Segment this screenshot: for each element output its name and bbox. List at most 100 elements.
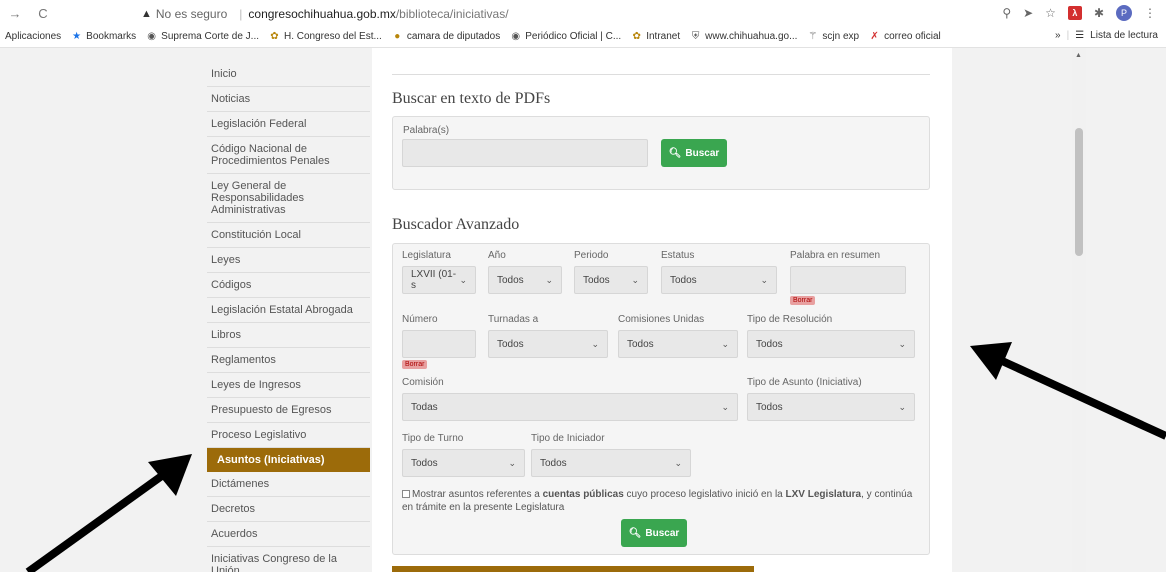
numero-input[interactable] bbox=[402, 330, 476, 358]
sidebar-item[interactable]: Libros bbox=[207, 323, 370, 348]
checkbox-text-pre: Mostrar asuntos referentes a bbox=[412, 489, 543, 500]
periodo-select[interactable]: Todos ⌄ bbox=[574, 266, 648, 294]
estatus-value: Todos bbox=[670, 274, 697, 286]
sidebar-item[interactable]: Constitución Local bbox=[207, 223, 370, 248]
sidebar-item[interactable]: Decretos bbox=[207, 497, 370, 522]
address-bar: → C ▲ No es seguro | congresochihuahua.g… bbox=[0, 0, 1166, 26]
bookmark-item[interactable]: ⛨ www.chihuahua.go... bbox=[690, 31, 798, 42]
bookmark-item[interactable]: ◉ Suprema Corte de J... bbox=[146, 31, 259, 42]
word-input[interactable] bbox=[402, 139, 648, 167]
turno-value: Todos bbox=[411, 457, 438, 469]
send-icon[interactable]: ➤ bbox=[1023, 6, 1033, 20]
sidebar-item[interactable]: Reglamentos bbox=[207, 348, 370, 373]
sidebar-item[interactable]: Legislación Federal bbox=[207, 112, 370, 137]
reload-icon[interactable]: C bbox=[34, 6, 52, 21]
resolucion-label: Tipo de Resolución bbox=[747, 314, 833, 325]
advanced-search-button[interactable]: 🔍︎ Buscar bbox=[621, 519, 687, 547]
comisiones-select[interactable]: Todos ⌄ bbox=[618, 330, 738, 358]
insecure-label[interactable]: No es seguro bbox=[156, 7, 227, 21]
sidebar-item[interactable]: Inicio bbox=[207, 62, 370, 87]
chevron-down-icon: ⌄ bbox=[898, 338, 906, 349]
bookmark-item[interactable]: ✿ H. Congreso del Est... bbox=[269, 31, 382, 42]
extensions-icon[interactable]: ✱ bbox=[1094, 6, 1104, 20]
url-field[interactable]: ▲ No es seguro | congresochihuahua.gob.m… bbox=[141, 4, 1071, 24]
resolucion-select[interactable]: Todos ⌄ bbox=[747, 330, 915, 358]
bookmark-star-icon[interactable]: ☆ bbox=[1045, 6, 1056, 20]
sidebar-item[interactable]: Asuntos (Iniciativas) bbox=[207, 448, 370, 472]
bookmark-label: Bookmarks bbox=[86, 31, 137, 42]
scrollbar-thumb[interactable] bbox=[1075, 128, 1083, 256]
bookmark-item[interactable]: ✿ Intranet bbox=[631, 31, 681, 42]
scroll-up-icon[interactable]: ▲ bbox=[1075, 52, 1082, 59]
sidebar-item[interactable]: Presupuesto de Egresos bbox=[207, 398, 370, 423]
bookmark-item[interactable]: ⚚ scjn exp bbox=[807, 31, 859, 42]
borrar-palabra-button[interactable]: Borrar bbox=[790, 296, 816, 305]
bookmark-label: www.chihuahua.go... bbox=[705, 31, 798, 42]
pdf-search-button[interactable]: 🔍︎ Buscar bbox=[661, 139, 727, 167]
iniciador-label: Tipo de Iniciador bbox=[531, 433, 605, 444]
bookmark-item[interactable]: ✗ correo oficial bbox=[869, 31, 941, 42]
palabra-resumen-input[interactable] bbox=[790, 266, 906, 294]
chevron-down-icon: ⌄ bbox=[898, 401, 906, 412]
comision-select[interactable]: Todas ⌄ bbox=[402, 393, 738, 421]
advanced-search-title: Buscador Avanzado bbox=[392, 216, 520, 233]
eagle-icon: ⚚ bbox=[808, 31, 818, 42]
comision-label: Comisión bbox=[402, 377, 444, 388]
pdf-extension-icon[interactable]: λ bbox=[1067, 6, 1082, 20]
sidebar-item[interactable]: Código Nacional de Procedimientos Penale… bbox=[207, 137, 370, 174]
palabra-resumen-label: Palabra en resumen bbox=[790, 250, 881, 261]
legislatura-select[interactable]: LXVII (01-s ⌄ bbox=[402, 266, 476, 294]
bookmark-item[interactable]: ● camara de diputados bbox=[392, 31, 500, 42]
sidebar-item[interactable]: Dictámenes bbox=[207, 472, 370, 497]
turnadas-select[interactable]: Todos ⌄ bbox=[488, 330, 608, 358]
sidebar-item[interactable]: Proceso Legislativo bbox=[207, 423, 370, 448]
sidebar-item[interactable]: Noticias bbox=[207, 87, 370, 112]
turnadas-value: Todos bbox=[497, 338, 524, 350]
sidebar-item[interactable]: Acuerdos bbox=[207, 522, 370, 547]
checkbox-text-bold2: LXV Legislatura bbox=[785, 489, 862, 500]
iniciador-select[interactable]: Todos ⌄ bbox=[531, 449, 691, 477]
bookmark-item[interactable]: ★ Bookmarks bbox=[71, 31, 136, 42]
cuentas-publicas-checkbox[interactable] bbox=[402, 490, 410, 499]
asunto-label: Tipo de Asunto (Iniciativa) bbox=[747, 377, 862, 388]
results-bar bbox=[392, 566, 754, 572]
borrar-numero-button[interactable]: Borrar bbox=[402, 360, 428, 369]
chevron-down-icon: ⌄ bbox=[459, 274, 467, 285]
chevron-down-icon: ⌄ bbox=[631, 274, 639, 285]
asunto-select[interactable]: Todos ⌄ bbox=[747, 393, 915, 421]
globe-icon: ◉ bbox=[147, 31, 157, 42]
bookmark-item[interactable]: Aplicaciones bbox=[5, 31, 61, 42]
globe-icon: ◉ bbox=[511, 31, 521, 42]
bookmark-label: H. Congreso del Est... bbox=[284, 31, 382, 42]
sidebar-item[interactable]: Legislación Estatal Abrogada bbox=[207, 298, 370, 323]
bookmark-label: correo oficial bbox=[884, 31, 941, 42]
bookmarks-list: Aplicaciones ★ Bookmarks ◉ Suprema Corte de … bbox=[0, 31, 951, 42]
anio-select[interactable]: Todos ⌄ bbox=[488, 266, 562, 294]
sidebar-item[interactable]: Leyes bbox=[207, 248, 370, 273]
sidebar-item[interactable]: Códigos bbox=[207, 273, 370, 298]
sidebar-item[interactable]: Leyes de Ingresos bbox=[207, 373, 370, 398]
avatar[interactable]: P bbox=[1116, 5, 1132, 21]
search-icon: 🔍︎ bbox=[628, 527, 642, 539]
scrollbar[interactable]: ▲ bbox=[1072, 48, 1086, 572]
menu-icon[interactable]: ⋮ bbox=[1144, 6, 1156, 20]
bookmark-label: camara de diputados bbox=[406, 31, 501, 42]
turno-select[interactable]: Todos ⌄ bbox=[402, 449, 525, 477]
forward-icon[interactable]: → bbox=[6, 6, 24, 21]
anio-value: Todos bbox=[497, 274, 524, 286]
bookmarks-overflow[interactable]: » bbox=[1055, 30, 1061, 41]
reading-list-icon[interactable]: ☰ bbox=[1075, 30, 1084, 41]
advanced-search-button-label: Buscar bbox=[645, 527, 680, 539]
warning-icon[interactable]: ▲ bbox=[141, 8, 152, 20]
estatus-select[interactable]: Todos ⌄ bbox=[661, 266, 777, 294]
zoom-icon[interactable]: ⚲ bbox=[1002, 6, 1011, 20]
chevron-down-icon: ⌄ bbox=[760, 274, 768, 285]
reading-list-label[interactable]: Lista de lectura bbox=[1090, 30, 1158, 41]
sidebar-item[interactable]: Ley General de Responsabilidades Adminis… bbox=[207, 174, 370, 223]
bookmark-item[interactable]: ◉ Periódico Oficial | C... bbox=[510, 31, 621, 42]
main-content: Buscar en texto de PDFs Palabra(s) 🔍︎ Bu… bbox=[372, 48, 952, 572]
chevron-down-icon: ⌄ bbox=[721, 338, 729, 349]
sidebar-item[interactable]: Iniciativas Congreso de la Unión bbox=[207, 547, 370, 572]
resolucion-value: Todos bbox=[756, 338, 783, 350]
bookmarks-bar: Aplicaciones ★ Bookmarks ◉ Suprema Corte de … bbox=[0, 26, 1166, 48]
